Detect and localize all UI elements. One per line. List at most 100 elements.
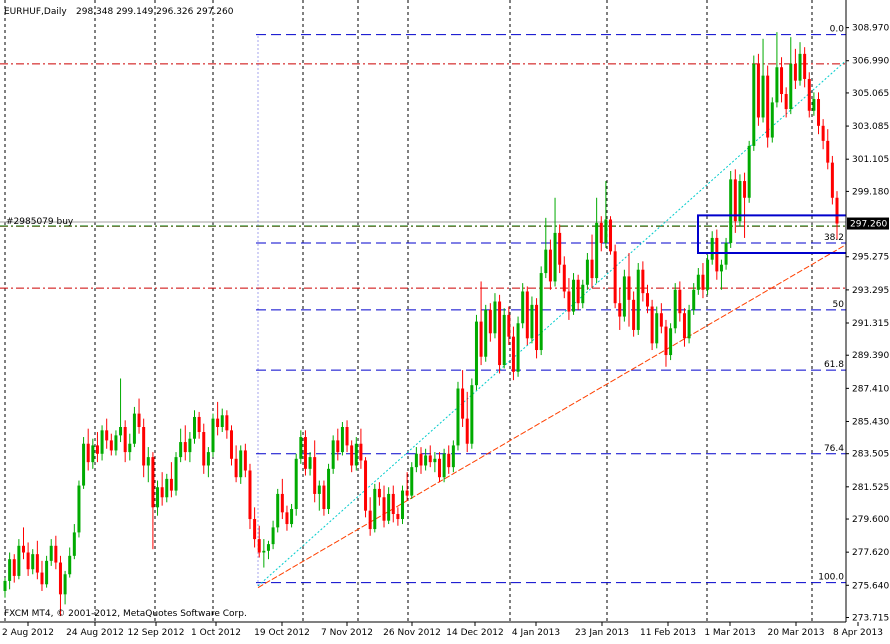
candle-body <box>206 452 210 466</box>
candle-body <box>132 413 136 444</box>
candle-body <box>516 323 520 372</box>
candle-body <box>821 125 825 141</box>
candle-body <box>830 162 834 198</box>
y-tick-label: 287.410 <box>852 384 889 394</box>
x-tick-label: 19 Oct 2012 <box>254 628 310 638</box>
y-tick-label: 277.620 <box>852 548 889 558</box>
y-tick-label: 303.085 <box>852 122 889 132</box>
candle-body <box>715 237 719 272</box>
candle-body <box>525 291 529 339</box>
candle-body <box>368 510 372 530</box>
candle-body <box>17 545 21 576</box>
candle-body <box>179 442 183 458</box>
y-tick-label: 289.390 <box>852 351 889 361</box>
candle-body <box>743 181 747 198</box>
candle-body <box>659 313 663 327</box>
candle-body <box>290 508 294 525</box>
candle-body <box>437 458 441 478</box>
current-price-tag: 297.260 <box>847 217 889 230</box>
candle-body <box>26 552 30 570</box>
candle-body <box>479 321 483 357</box>
candle-body <box>706 259 710 290</box>
y-axis: 308.970 306.990 305.065 303.085 301.105 299.1… <box>846 24 889 624</box>
candle-body <box>585 259 589 285</box>
candle-body <box>567 291 571 312</box>
candle-body <box>405 490 409 496</box>
candle-body <box>590 259 594 279</box>
fib-level-label: 61.8 <box>824 360 844 370</box>
candle-body <box>474 321 478 386</box>
candle-body <box>160 487 164 498</box>
candle-body <box>673 289 677 329</box>
candle-body <box>627 276 631 300</box>
candle-body <box>35 554 39 573</box>
candle-body <box>345 427 349 446</box>
candle-body <box>257 539 261 553</box>
candle-body <box>3 580 7 591</box>
candle-body <box>604 219 608 243</box>
candle-body <box>146 457 150 466</box>
candle-body <box>377 488 381 498</box>
candle-body <box>327 468 331 509</box>
x-tick-label: 8 Apr 2013 <box>833 628 883 638</box>
candle-body <box>562 264 566 292</box>
candle-body <box>156 487 160 508</box>
candle-body <box>548 249 552 282</box>
candle-body <box>678 289 682 314</box>
candle-body <box>599 222 603 243</box>
candle-body <box>655 313 659 344</box>
candle-body <box>109 440 113 451</box>
candle-body <box>197 416 201 433</box>
candle-body <box>401 490 405 520</box>
candle-body <box>572 279 576 312</box>
fib-level-label: 100.0 <box>818 573 844 583</box>
candle-body <box>373 488 377 530</box>
candle-body <box>803 53 807 79</box>
candle-body <box>521 291 525 324</box>
candle-body <box>220 415 224 428</box>
y-tick-label: 306.990 <box>852 57 889 67</box>
y-tick-label: 295.275 <box>852 253 889 263</box>
candle-body <box>641 269 645 294</box>
x-tick-label: 14 Dec 2012 <box>446 628 504 638</box>
x-tick-label: 20 Mar 2013 <box>767 628 824 638</box>
candle-body <box>433 458 437 463</box>
candle-body <box>701 274 705 290</box>
candle-body <box>119 427 123 436</box>
candle-body <box>105 430 109 441</box>
candle-body <box>812 99 816 111</box>
candle-body <box>770 102 774 138</box>
candle-body <box>262 550 266 553</box>
candle-body <box>632 299 636 330</box>
candle-body <box>336 440 340 453</box>
chart-ohlc: 298.348 299.149 296.326 297.260 <box>76 7 234 17</box>
candle-body <box>322 485 326 509</box>
y-tick-label: 308.970 <box>852 24 889 34</box>
candle-body <box>68 555 72 575</box>
candle-body <box>234 458 238 478</box>
candle-body <box>91 445 95 463</box>
candle-body <box>45 560 49 585</box>
candle-body <box>576 279 580 304</box>
x-tick-label: 4 Jan 2013 <box>512 628 560 638</box>
candle-body <box>123 427 127 453</box>
candle-body <box>798 53 802 81</box>
candle-body <box>202 432 206 466</box>
candle-body <box>692 289 696 310</box>
candle-body <box>340 427 344 453</box>
candle-body <box>359 443 363 461</box>
candle-body <box>243 450 247 471</box>
candle-body <box>488 309 492 334</box>
y-tick-label: 281.525 <box>852 483 889 493</box>
candle-body <box>387 493 391 521</box>
candle-body <box>530 304 534 339</box>
y-tick-label: 293.295 <box>852 286 889 296</box>
candle-body <box>719 264 723 272</box>
candle-body <box>8 559 12 581</box>
candle-body <box>364 460 368 511</box>
candle-body <box>137 413 141 428</box>
candle-body <box>747 145 751 198</box>
candle-body <box>664 326 668 356</box>
candle-body <box>502 314 506 366</box>
candle-body <box>756 63 760 118</box>
